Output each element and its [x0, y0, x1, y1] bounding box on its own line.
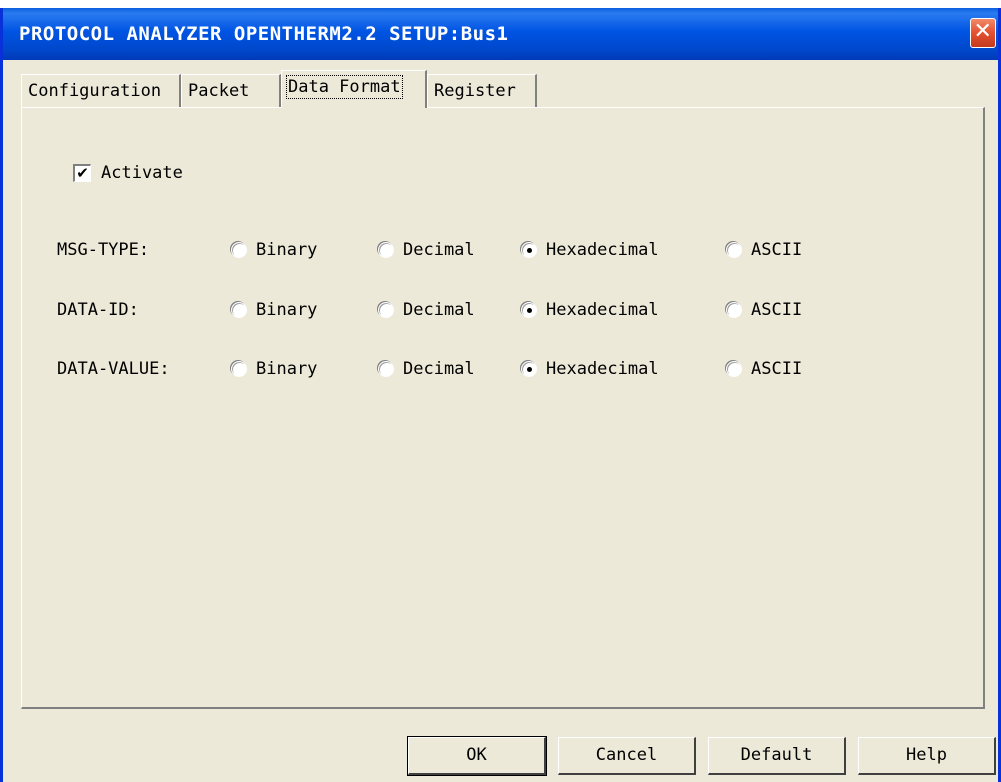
msg-type-label: MSG-TYPE: — [57, 240, 150, 260]
msg-type-decimal-label: Decimal — [403, 240, 475, 260]
data-id-hexadecimal-label: Hexadecimal — [546, 300, 659, 320]
data-id-ascii-radio[interactable] — [726, 302, 742, 318]
tab-label: Packet — [188, 81, 250, 101]
title-bar[interactable]: PROTOCOL ANALYZER OPENTHERM2.2 SETUP:Bus… — [3, 8, 998, 60]
data-value-ascii-label: ASCII — [751, 359, 803, 379]
data-value-binary-label: Binary — [256, 359, 318, 379]
window-title: PROTOCOL ANALYZER OPENTHERM2.2 SETUP:Bus… — [19, 23, 509, 45]
msg-type-ascii-radio[interactable] — [726, 242, 742, 258]
data-id-binary-radio[interactable] — [231, 302, 247, 318]
msg-type-ascii-label: ASCII — [751, 240, 803, 260]
msg-type-binary-label: Binary — [256, 240, 318, 260]
default-button[interactable]: Default — [708, 737, 846, 775]
data-id-decimal-label: Decimal — [403, 300, 475, 320]
tab-label: Configuration — [28, 81, 162, 101]
tab-data-format[interactable]: Data Format — [281, 70, 427, 108]
msg-type-decimal-radio[interactable] — [378, 242, 394, 258]
data-id-decimal-radio[interactable] — [378, 302, 394, 318]
data-value-binary-radio[interactable] — [231, 361, 247, 377]
tab-packet[interactable]: Packet — [181, 74, 281, 108]
tab-label: Data Format — [286, 75, 403, 99]
close-icon[interactable]: ✕ — [970, 18, 996, 48]
data-value-decimal-label: Decimal — [403, 359, 475, 379]
tab-configuration[interactable]: Configuration — [21, 74, 181, 108]
data-id-ascii-label: ASCII — [751, 300, 803, 320]
data-value-decimal-radio[interactable] — [378, 361, 394, 377]
activate-checkbox[interactable]: ✔ — [73, 164, 91, 182]
msg-type-hexadecimal-label: Hexadecimal — [546, 240, 659, 260]
data-value-label: DATA-VALUE: — [57, 359, 170, 379]
cancel-button[interactable]: Cancel — [558, 737, 696, 775]
msg-type-hexadecimal-radio[interactable] — [521, 242, 537, 258]
data-value-hexadecimal-radio[interactable] — [521, 361, 537, 377]
data-id-binary-label: Binary — [256, 300, 318, 320]
data-id-hexadecimal-radio[interactable] — [521, 302, 537, 318]
data-format-panel — [21, 107, 985, 709]
top-strip — [0, 0, 1001, 8]
setup-dialog: PROTOCOL ANALYZER OPENTHERM2.2 SETUP:Bus… — [0, 8, 1001, 782]
data-value-ascii-radio[interactable] — [726, 361, 742, 377]
msg-type-binary-radio[interactable] — [231, 242, 247, 258]
data-value-hexadecimal-label: Hexadecimal — [546, 359, 659, 379]
activate-label: Activate — [101, 163, 183, 183]
ok-button[interactable]: OK — [407, 736, 547, 776]
tab-label: Register — [434, 81, 516, 101]
data-id-label: DATA-ID: — [57, 300, 139, 320]
help-button[interactable]: Help — [858, 737, 996, 775]
tab-register[interactable]: Register — [427, 74, 537, 108]
